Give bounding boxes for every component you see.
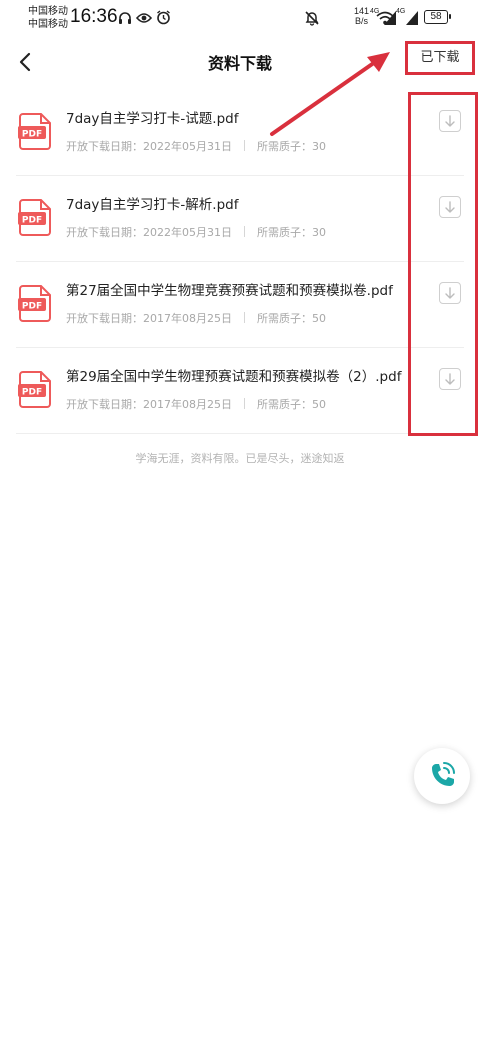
signal-1-icon (384, 11, 396, 25)
pdf-file-icon: PDF (18, 113, 51, 150)
file-name: 7day自主学习打卡-试题.pdf (66, 111, 239, 127)
signal-2-label: 4G (396, 8, 406, 15)
meta-divider (244, 312, 245, 323)
file-meta: 开放下载日期：2022年05月31日 所需质子：30 (66, 224, 326, 240)
nav-header: 资料下载 已下载 (0, 40, 480, 84)
file-meta: 开放下载日期：2017年08月25日 所需质子：50 (66, 310, 326, 326)
pdf-icon-label: PDF (22, 388, 42, 398)
open-date: 开放下载日期：2017年08月25日 (66, 312, 232, 325)
pdf-icon-label: PDF (22, 302, 42, 312)
phone-call-icon (432, 762, 455, 786)
file-name: 7day自主学习打卡-解析.pdf (66, 197, 239, 213)
annotation-arrow-icon (270, 52, 390, 136)
download-column-highlight (408, 92, 478, 436)
battery-indicator: 58 (424, 10, 451, 24)
pdf-file-icon: PDF (18, 199, 51, 236)
signal-2-icon (406, 11, 418, 25)
headphones-icon (119, 12, 131, 24)
customer-service-button[interactable] (414, 748, 470, 804)
signal-1-label: 4G (370, 8, 380, 15)
open-date: 开放下载日期：2022年05月31日 (66, 226, 232, 239)
pdf-file-icon: PDF (18, 371, 51, 408)
required-proton: 所需质子：50 (257, 398, 326, 411)
download-page: 中国移动 中国移动 16:36 141 B/s 4G 4G 58 资料下载 已下… (0, 0, 480, 1040)
open-date: 开放下载日期：2022年05月31日 (66, 140, 232, 153)
clock: 16:36 (70, 6, 118, 27)
pdf-icon-label: PDF (22, 130, 42, 140)
net-speed-unit: B/s (355, 16, 369, 26)
file-meta: 开放下载日期：2017年08月25日 所需质子：50 (66, 396, 326, 412)
mute-bell-icon (305, 11, 319, 26)
pdf-icon-label: PDF (22, 216, 42, 226)
meta-divider (244, 398, 245, 409)
meta-divider (244, 140, 245, 151)
status-bar: 中国移动 中国移动 16:36 141 B/s 4G 4G 58 (0, 0, 480, 40)
net-speed: 141 B/s (354, 6, 369, 26)
carrier-1: 中国移动 (28, 6, 68, 17)
downloaded-button[interactable]: 已下载 (405, 41, 475, 75)
end-of-list-note: 学海无涯，资料有限。已是尽头，迷途知返 (135, 452, 345, 465)
net-speed-value: 141 (354, 6, 370, 16)
carrier-labels: 中国移动 中国移动 (28, 5, 68, 31)
required-proton: 所需质子：50 (257, 312, 326, 325)
required-proton: 所需质子：30 (257, 226, 326, 239)
open-date: 开放下载日期：2017年08月25日 (66, 398, 232, 411)
pdf-file-icon: PDF (18, 285, 51, 322)
file-name: 第29届全国中学生物理预赛试题和预赛模拟卷（2）.pdf (66, 369, 402, 385)
meta-divider (244, 226, 245, 237)
file-name: 第27届全国中学生物理竞赛预赛试题和预赛模拟卷.pdf (66, 283, 393, 299)
alarm-icon (157, 10, 170, 25)
eye-icon (136, 13, 152, 23)
carrier-2: 中国移动 (28, 19, 68, 30)
row-divider (16, 433, 464, 434)
